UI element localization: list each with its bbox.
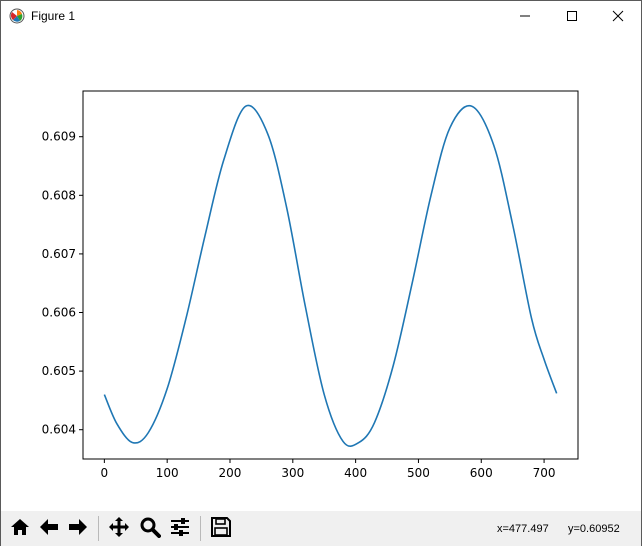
y-tick-label: 0.606 (42, 306, 76, 320)
home-icon (9, 516, 31, 542)
window-title: Figure 1 (31, 9, 76, 23)
x-tick-label: 0 (101, 466, 109, 480)
matplotlib-icon (9, 8, 25, 24)
y-tick-label: 0.607 (42, 247, 76, 261)
title-bar[interactable]: Figure 1 (1, 1, 641, 31)
x-tick-label: 600 (470, 466, 493, 480)
x-tick-label: 700 (533, 466, 556, 480)
close-icon (612, 10, 624, 22)
y-tick-label: 0.605 (42, 364, 76, 378)
zoom-button[interactable] (136, 515, 163, 542)
x-tick-label: 200 (219, 466, 242, 480)
save-icon (210, 516, 232, 542)
close-button[interactable] (595, 1, 641, 31)
figure-window: Figure 1 0 100 200 300 400 500 600 700 0.604 0.6… (0, 0, 642, 546)
back-icon (38, 516, 60, 542)
navigation-toolbar: x=477.497 y=0.60952 (1, 511, 641, 546)
configure-subplots-icon (169, 516, 191, 542)
save-button[interactable] (207, 515, 234, 542)
pan-button[interactable] (105, 515, 132, 542)
minimize-icon (519, 10, 531, 22)
y-tick-label: 0.604 (42, 423, 76, 437)
x-tick-label: 400 (344, 466, 367, 480)
maximize-button[interactable] (549, 1, 595, 31)
back-button[interactable] (35, 515, 62, 542)
pan-icon (108, 516, 130, 542)
cursor-x-readout: x=477.497 (497, 523, 549, 535)
forward-button[interactable] (64, 515, 91, 542)
figure-canvas[interactable]: 0 100 200 300 400 500 600 700 0.604 0.605 0.606 0.… (1, 31, 641, 511)
y-tick-label: 0.608 (42, 188, 76, 202)
x-tick-label: 500 (407, 466, 430, 480)
maximize-icon (566, 10, 578, 22)
configure-subplots-button[interactable] (166, 515, 193, 542)
forward-icon (67, 516, 89, 542)
toolbar-separator (200, 516, 201, 541)
y-tick-label: 0.609 (42, 130, 76, 144)
minimize-button[interactable] (502, 1, 548, 31)
home-button[interactable] (6, 515, 33, 542)
cursor-y-readout: y=0.60952 (568, 523, 620, 535)
toolbar-separator (98, 516, 99, 541)
x-tick-label: 300 (281, 466, 304, 480)
x-tick-label: 100 (156, 466, 179, 480)
line-chart: 0 100 200 300 400 500 600 700 0.604 0.605 0.606 0.… (1, 31, 641, 511)
zoom-icon (139, 516, 161, 542)
